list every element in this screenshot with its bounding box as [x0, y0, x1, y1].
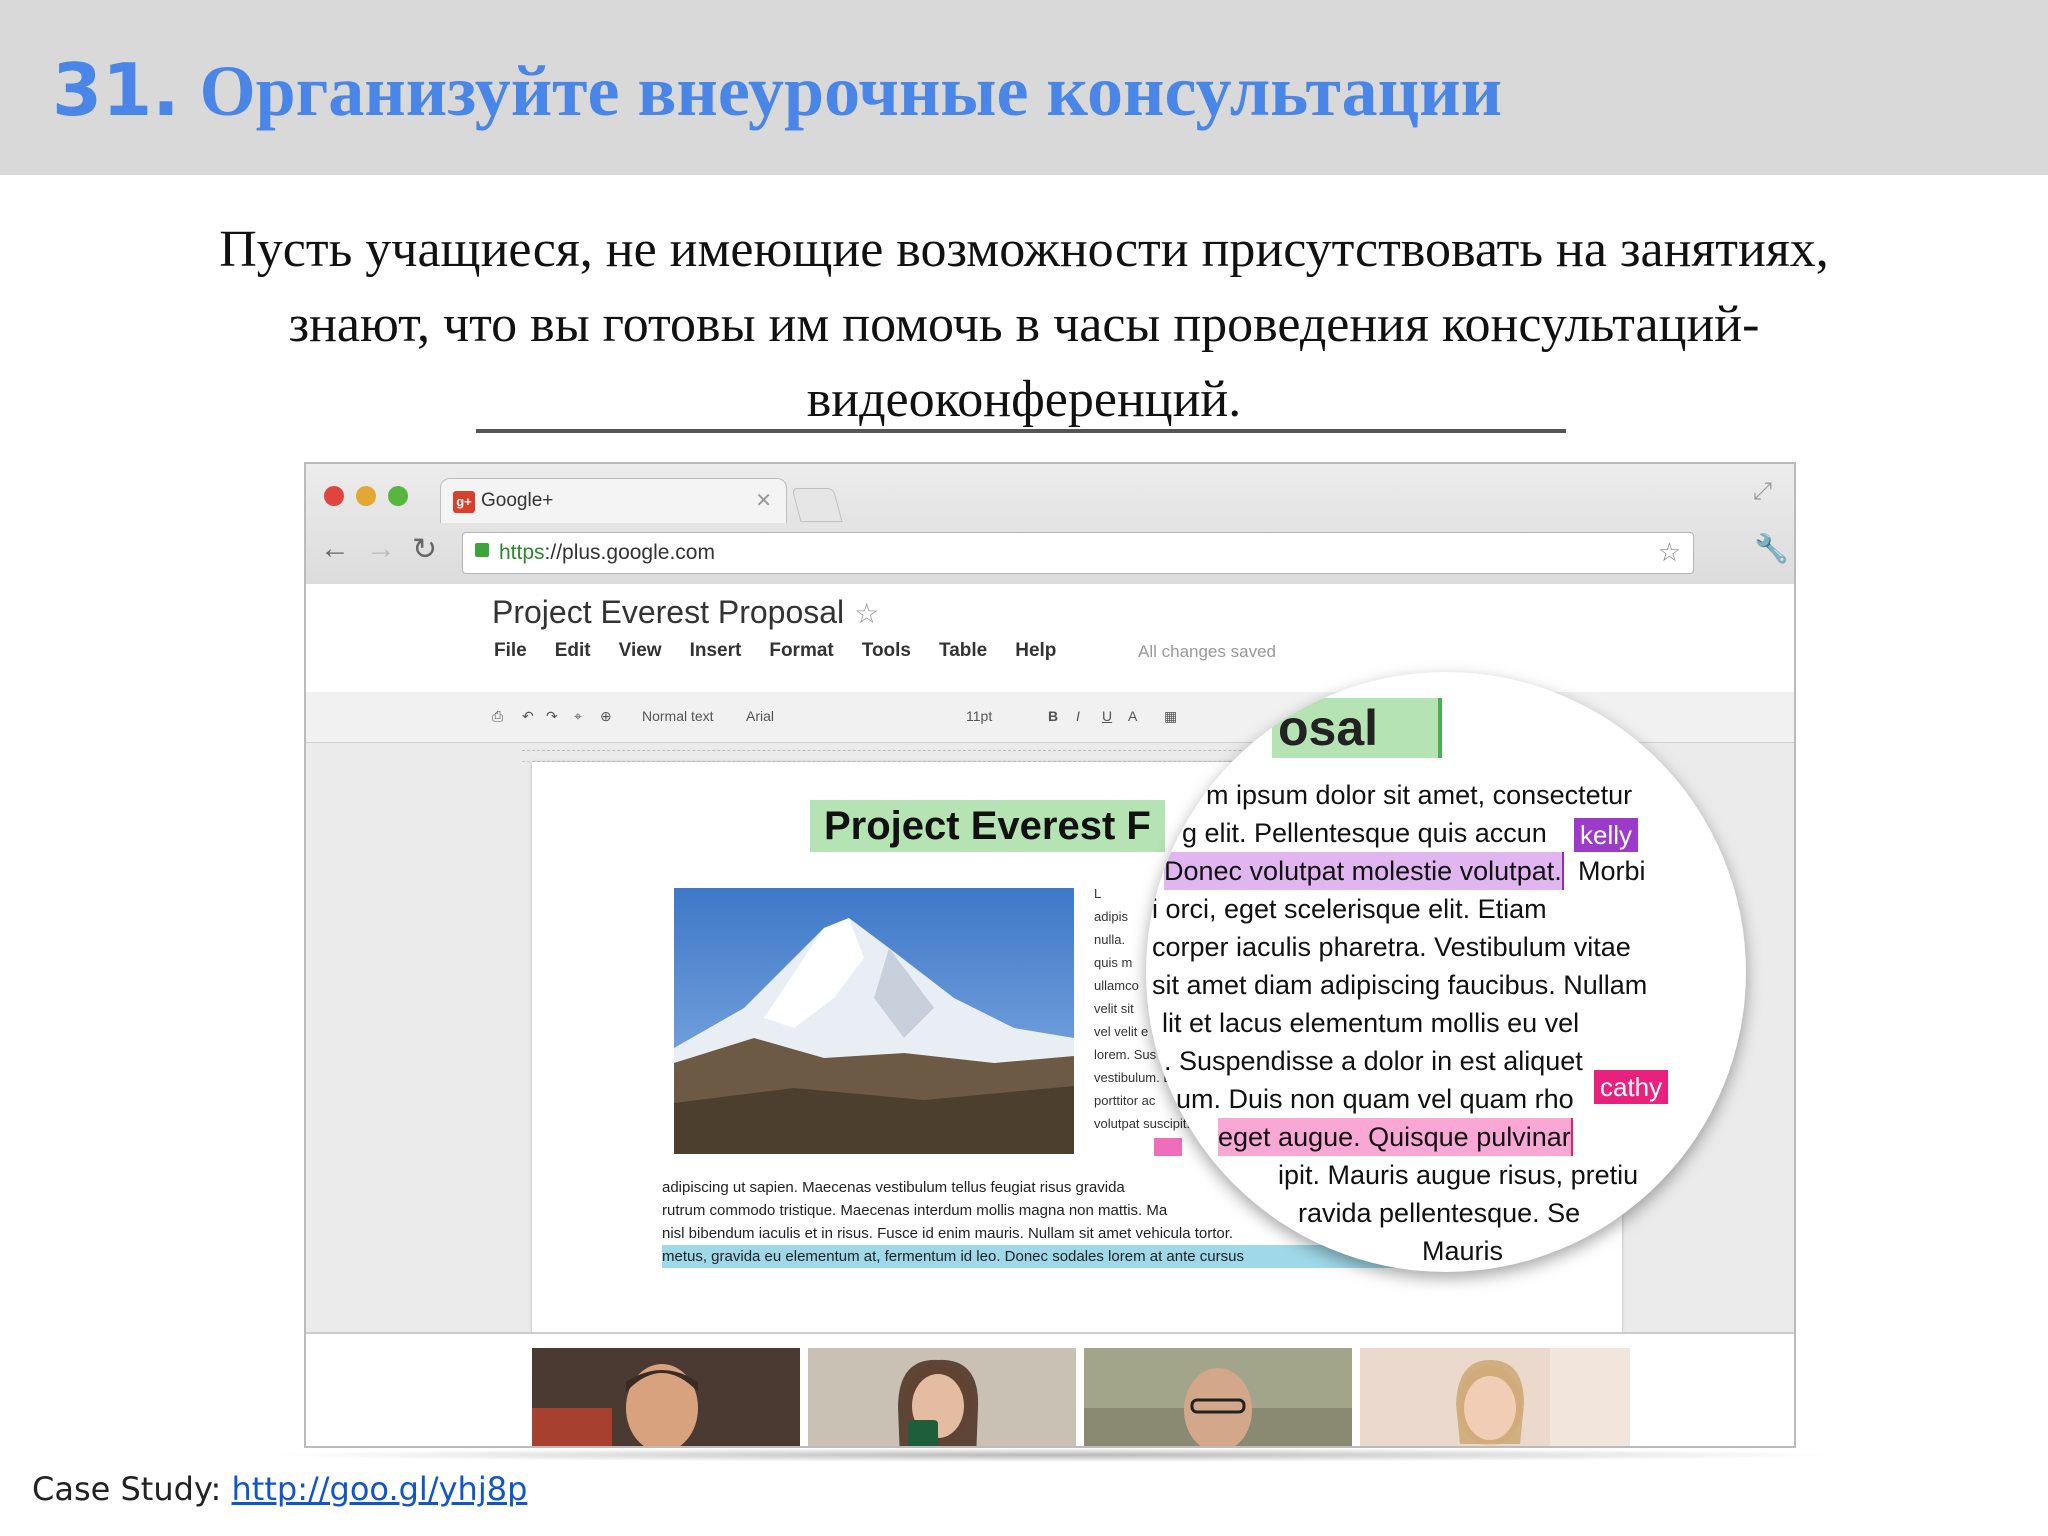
subtitle-underline — [476, 429, 1566, 433]
video-participants-strip — [306, 1332, 1794, 1446]
font-select[interactable]: Arial — [746, 708, 774, 724]
magnified-heading: osal — [1272, 698, 1442, 758]
forward-arrow-icon[interactable]: → — [366, 532, 396, 566]
star-icon[interactable]: ☆ — [854, 598, 879, 629]
close-icon[interactable]: ✕ — [755, 488, 772, 513]
mountain-photo — [674, 888, 1074, 1154]
address-bar[interactable]: https://plus.google.com ☆ — [462, 532, 1694, 574]
window-close-button[interactable] — [324, 486, 344, 506]
window-zoom-button[interactable] — [388, 486, 408, 506]
google-plus-icon: g+ — [453, 491, 475, 513]
print-icon[interactable]: ⎙ — [492, 708, 503, 725]
underline-icon[interactable]: U — [1102, 708, 1112, 724]
collaborator-tag-kelly: kelly — [1574, 818, 1639, 852]
browser-screenshot: g+ Google+ ✕ ⤢ ← → ↻ https://plus.google… — [304, 462, 1796, 1448]
menu-view[interactable]: View — [619, 640, 662, 662]
video-participant-3[interactable] — [1084, 1348, 1352, 1446]
menu-tools[interactable]: Tools — [862, 640, 911, 662]
window-minimize-button[interactable] — [356, 486, 376, 506]
menu-table[interactable]: Table — [939, 640, 987, 662]
undo-icon[interactable]: ↶ — [522, 708, 534, 725]
video-participant-1[interactable] — [532, 1348, 800, 1446]
italic-icon[interactable]: I — [1076, 708, 1080, 724]
doc-header: Project Everest Proposal ☆ File Edit View In… — [306, 584, 1794, 692]
case-study: Case Study: http://goo.gl/yhj8p — [32, 1470, 527, 1508]
subtitle-line: знают, что вы готовы им помочь в часы пр… — [288, 296, 1760, 353]
subtitle-line: видеоконференций. — [806, 371, 1242, 428]
doc-title[interactable]: Project Everest Proposal ☆ — [492, 594, 879, 631]
paint-format-icon[interactable]: ⌖ — [574, 708, 582, 725]
collaborator-tag-cathy: cathy — [1594, 1070, 1669, 1104]
menu-edit[interactable]: Edit — [555, 640, 591, 662]
slide-number: 31. — [52, 48, 180, 132]
browser-shadow — [262, 1448, 1846, 1462]
menu-format[interactable]: Format — [769, 640, 833, 662]
highlight-icon[interactable]: ▦ — [1164, 708, 1177, 725]
case-study-link[interactable]: http://goo.gl/yhj8p — [232, 1470, 528, 1508]
save-status: All changes saved — [1138, 642, 1276, 661]
menu-insert[interactable]: Insert — [690, 640, 742, 662]
slide-subtitle: Пусть учащиеся, не имеющие возможности п… — [100, 212, 1948, 437]
document-area: Project Everest Proposal ☆ File Edit View In… — [306, 584, 1794, 1332]
url-text: https://plus.google.com — [499, 541, 715, 564]
slide-title-text: Организуйте внеурочные консультации — [199, 51, 1503, 131]
bookmark-star-icon[interactable]: ☆ — [1658, 537, 1681, 568]
reload-icon[interactable]: ↻ — [412, 532, 437, 567]
subtitle-line: Пусть учащиеся, не имеющие возможности п… — [219, 221, 1829, 278]
menu-file[interactable]: File — [494, 640, 527, 662]
menu-help[interactable]: Help — [1015, 640, 1056, 662]
bold-icon[interactable]: B — [1048, 708, 1058, 724]
tab-title: Google+ — [481, 490, 554, 511]
browser-chrome: g+ Google+ ✕ ⤢ ← → ↻ https://plus.google… — [306, 464, 1794, 585]
magnifier-lens: osal m ipsum dolor sit amet, consectetur… — [1146, 672, 1746, 1272]
slide-title: 31. Организуйте внеурочные консультации — [52, 48, 1502, 133]
page-heading: Project Everest F — [810, 800, 1165, 852]
style-select[interactable]: Normal text — [642, 708, 714, 724]
text-color-icon[interactable]: A — [1128, 708, 1137, 724]
fullscreen-icon[interactable]: ⤢ — [1753, 478, 1772, 506]
video-participant-4[interactable] — [1360, 1348, 1630, 1446]
wrench-icon[interactable]: 🔧 — [1754, 532, 1789, 565]
case-study-label: Case Study: — [32, 1470, 232, 1508]
back-arrow-icon[interactable]: ← — [320, 532, 350, 566]
doc-menu-bar: File Edit View Insert Format Tools Table Help — [494, 640, 1084, 662]
video-participant-2[interactable] — [808, 1348, 1076, 1446]
zoom-icon[interactable]: ⊕ — [600, 708, 612, 725]
browser-tab[interactable]: g+ Google+ ✕ — [440, 478, 787, 523]
lock-icon — [475, 543, 489, 557]
collaborator-highlight-marker — [1154, 1138, 1182, 1156]
slide-header: 31. Организуйте внеурочные консультации — [0, 0, 2048, 175]
font-size-select[interactable]: 11pt — [966, 708, 992, 724]
new-tab-button[interactable] — [791, 488, 843, 522]
redo-icon[interactable]: ↷ — [546, 708, 558, 725]
